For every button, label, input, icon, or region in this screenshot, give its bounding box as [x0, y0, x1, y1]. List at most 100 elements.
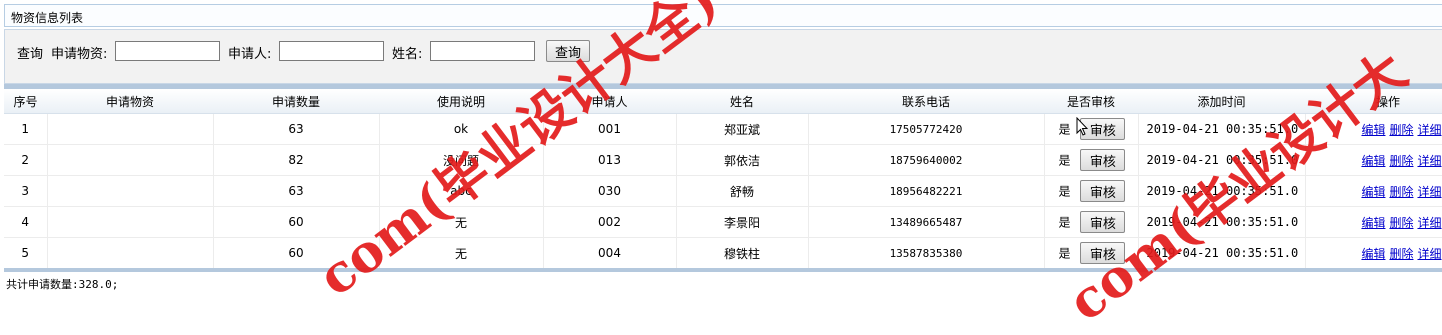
cell-material [47, 237, 214, 269]
cell-index: 3 [4, 175, 48, 207]
material-label: 申请物资: [51, 47, 108, 62]
edit-link[interactable]: 编辑 [1361, 216, 1385, 230]
delete-link[interactable]: 删除 [1389, 185, 1413, 199]
audit-button[interactable]: 审核 [1080, 242, 1126, 264]
materials-table: 序号 申请物资 申请数量 使用说明 申请人 姓名 联系电话 是否审核 添加时间 … [4, 89, 1442, 269]
cell-ops: 编辑 删除 详细 [1305, 237, 1442, 269]
cell-applicant: 004 [543, 237, 677, 269]
edit-link[interactable]: 编辑 [1361, 154, 1385, 168]
name-label: 姓名: [392, 47, 423, 62]
edit-link[interactable]: 编辑 [1361, 123, 1385, 137]
audited-status: 是 [1058, 246, 1071, 261]
total-quantity-summary: 共计申请数量:328.0; [6, 278, 119, 291]
cell-name: 穆铁柱 [676, 237, 809, 269]
cell-phone: 18759640002 [808, 144, 1045, 176]
table-bottom-divider [4, 268, 1442, 272]
table-row: 5 60 无 004 穆铁柱 13587835380 是 审核 2019-04-… [4, 237, 1442, 269]
table-row: 2 82 没问题 013 郭依洁 18759640002 是 审核 2019-0… [4, 144, 1442, 176]
name-search-input[interactable] [430, 41, 535, 61]
col-header-phone: 联系电话 [808, 89, 1044, 114]
cell-phone: 17505772420 [808, 113, 1045, 145]
audited-status: 是 [1058, 122, 1071, 137]
cell-name: 李景阳 [676, 206, 809, 238]
edit-link[interactable]: 编辑 [1361, 185, 1385, 199]
panel-title-bar: 物资信息列表 [4, 4, 1442, 27]
cell-quantity: 60 [213, 237, 380, 269]
cell-quantity: 63 [213, 175, 380, 207]
col-header-name: 姓名 [676, 89, 808, 114]
mouse-cursor-icon [1076, 117, 1088, 136]
col-header-material: 申请物资 [47, 89, 213, 114]
delete-link[interactable]: 删除 [1389, 154, 1413, 168]
table-row: 1 63 ok 001 郑亚斌 17505772420 是 审核 2019-04… [4, 113, 1442, 145]
col-header-usage: 使用说明 [379, 89, 543, 114]
page-title: 物资信息列表 [11, 11, 84, 25]
table-header-row: 序号 申请物资 申请数量 使用说明 申请人 姓名 联系电话 是否审核 添加时间 … [4, 89, 1442, 114]
audit-button[interactable]: 审核 [1080, 149, 1126, 171]
applicant-search-input[interactable] [279, 41, 384, 61]
search-button[interactable]: 查询 [546, 40, 590, 62]
audited-status: 是 [1058, 184, 1071, 199]
cell-audited: 是 审核 [1044, 175, 1139, 207]
cell-time: 2019-04-21 00:35:51.0 [1138, 237, 1306, 269]
material-search-input[interactable] [115, 41, 220, 61]
cell-time: 2019-04-21 00:35:51.0 [1138, 206, 1306, 238]
cell-time: 2019-04-21 00:35:51.0 [1138, 113, 1306, 145]
delete-link[interactable]: 删除 [1389, 216, 1413, 230]
table-row: 3 63 abc 030 舒畅 18956482221 是 审核 2019-04… [4, 175, 1442, 207]
audited-status: 是 [1058, 215, 1071, 230]
cell-audited: 是 审核 [1044, 144, 1139, 176]
cell-index: 2 [4, 144, 48, 176]
cell-quantity: 60 [213, 206, 380, 238]
cell-audited: 是 审核 [1044, 237, 1139, 269]
audit-button[interactable]: 审核 [1080, 211, 1126, 233]
cell-usage: 无 [379, 206, 544, 238]
cell-material [47, 144, 214, 176]
cell-time: 2019-04-21 00:35:51.0 [1138, 144, 1306, 176]
col-header-quantity: 申请数量 [213, 89, 379, 114]
audited-status: 是 [1058, 153, 1071, 168]
detail-link[interactable]: 详细 [1417, 247, 1441, 261]
detail-link[interactable]: 详细 [1417, 154, 1441, 168]
cell-ops: 编辑 删除 详细 [1305, 175, 1442, 207]
cell-usage: 无 [379, 237, 544, 269]
cell-quantity: 82 [213, 144, 380, 176]
detail-link[interactable]: 详细 [1417, 123, 1441, 137]
audit-button[interactable]: 审核 [1080, 180, 1126, 202]
table-row: 4 60 无 002 李景阳 13489665487 是 审核 2019-04-… [4, 206, 1442, 238]
cell-usage: 没问题 [379, 144, 544, 176]
cell-material [47, 206, 214, 238]
cell-time: 2019-04-21 00:35:51.0 [1138, 175, 1306, 207]
col-header-audited: 是否审核 [1044, 89, 1138, 114]
applicant-label: 申请人: [228, 47, 272, 62]
cell-index: 5 [4, 237, 48, 269]
col-header-index: 序号 [4, 89, 47, 114]
delete-link[interactable]: 删除 [1389, 247, 1413, 261]
cell-name: 郭依洁 [676, 144, 809, 176]
cell-audited: 是 审核 [1044, 206, 1139, 238]
col-header-ops: 操作 [1305, 89, 1442, 114]
detail-link[interactable]: 详细 [1417, 185, 1441, 199]
col-header-applicant: 申请人 [543, 89, 676, 114]
cell-index: 1 [4, 113, 48, 145]
cell-index: 4 [4, 206, 48, 238]
col-header-time: 添加时间 [1138, 89, 1305, 114]
cell-applicant: 013 [543, 144, 677, 176]
cell-applicant: 002 [543, 206, 677, 238]
cell-usage: ok [379, 113, 544, 145]
cell-ops: 编辑 删除 详细 [1305, 206, 1442, 238]
cell-name: 舒畅 [676, 175, 809, 207]
edit-link[interactable]: 编辑 [1361, 247, 1385, 261]
cell-phone: 18956482221 [808, 175, 1045, 207]
search-section-label: 查询 [17, 47, 44, 62]
cell-ops: 编辑 删除 详细 [1305, 144, 1442, 176]
cell-material [47, 175, 214, 207]
cell-name: 郑亚斌 [676, 113, 809, 145]
delete-link[interactable]: 删除 [1389, 123, 1413, 137]
detail-link[interactable]: 详细 [1417, 216, 1441, 230]
cell-phone: 13489665487 [808, 206, 1045, 238]
search-bar: 查询 申请物资: 申请人: 姓名: 查询 [4, 29, 1442, 84]
cell-applicant: 030 [543, 175, 677, 207]
cell-material [47, 113, 214, 145]
cell-phone: 13587835380 [808, 237, 1045, 269]
